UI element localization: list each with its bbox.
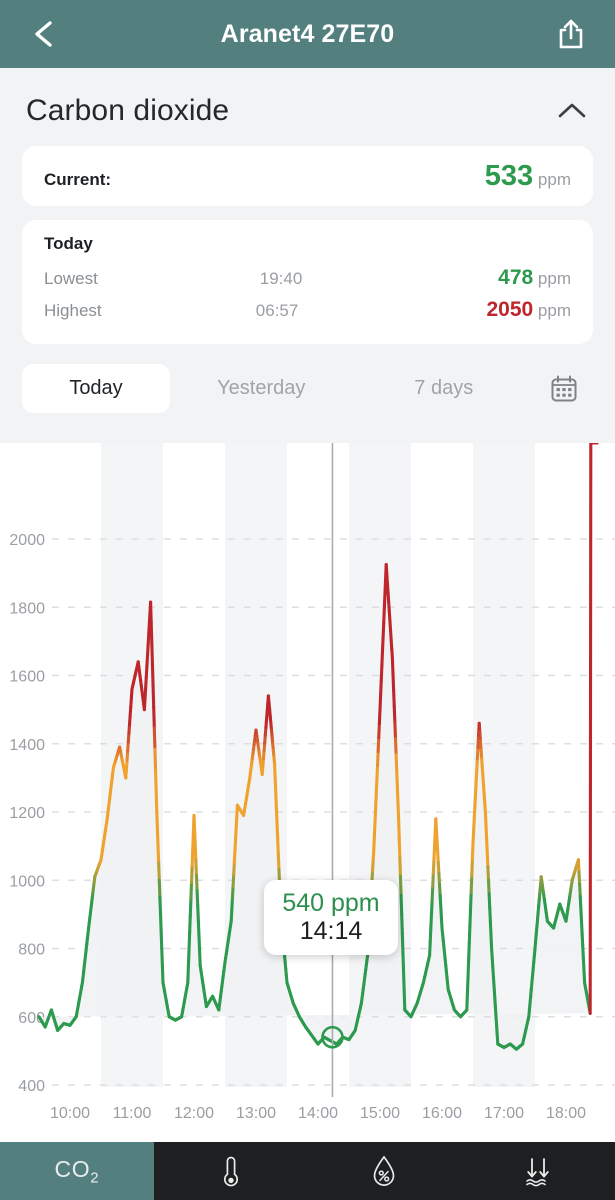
chart-x-tick-label: 17:00 xyxy=(484,1105,524,1122)
chart-area[interactable]: 400 600 800 1000 1200 1400 1600 1800 2000 10:00 11… xyxy=(0,443,615,1161)
current-unit: ppm xyxy=(537,170,571,189)
chart-x-tick-label: 14:00 xyxy=(298,1105,338,1122)
tab-7days[interactable]: 7 days xyxy=(353,364,536,413)
chart-x-tick-label: 15:00 xyxy=(360,1105,400,1122)
highest-time: 06:57 xyxy=(255,301,299,320)
today-label: Today xyxy=(44,234,93,253)
lowest-value: 478 xyxy=(498,266,534,289)
calendar-icon xyxy=(551,375,577,401)
chart-y-tick-label: 1800 xyxy=(9,600,45,617)
chart-y-tick-label: 400 xyxy=(18,1078,45,1095)
co2-line-chart[interactable]: 40060080010001200140016001800200010:00 11… xyxy=(0,443,615,1161)
current-row: Current: 533 ppm xyxy=(44,160,571,192)
chart-x-tick-label: 12:00 xyxy=(174,1105,214,1122)
lowest-value-group: 478 ppm xyxy=(498,266,571,290)
collapse-button[interactable] xyxy=(555,94,589,128)
today-title-row: Today xyxy=(44,234,571,266)
chart-y-tick-label: 1200 xyxy=(9,805,45,822)
chart-y-tick-label: 2000 xyxy=(9,532,45,549)
highest-row: Highest 06:57 2050 ppm xyxy=(44,298,571,330)
chart-y-tick-label: 1600 xyxy=(9,669,45,686)
panel-title: Carbon dioxide xyxy=(26,94,230,127)
chevron-up-icon xyxy=(558,103,586,118)
current-value-group: 533 ppm xyxy=(485,160,571,193)
lowest-unit: ppm xyxy=(537,269,571,288)
highest-value: 2050 xyxy=(486,298,534,321)
share-icon xyxy=(559,19,583,49)
chart-x-tick-label: 16:00 xyxy=(422,1105,462,1122)
chart-y-tick-label: 800 xyxy=(18,942,45,959)
back-button[interactable] xyxy=(22,12,66,56)
chart-x-tick-label: 13:00 xyxy=(236,1105,276,1122)
chart-y-tick-label: 1000 xyxy=(9,873,45,890)
page-title: Aranet4 27E70 xyxy=(220,19,395,48)
chart-x-tick-label: 10:00 xyxy=(50,1105,90,1122)
share-button[interactable] xyxy=(549,12,593,56)
nav-item-co2[interactable]: CO2 xyxy=(0,1142,154,1200)
chart-x-tick-label: 18:00 xyxy=(546,1105,586,1122)
humidity-drop-icon xyxy=(374,1155,395,1186)
nav-item-humidity[interactable] xyxy=(308,1142,462,1200)
tooltip-time: 14:14 xyxy=(299,917,363,945)
nav-item-pressure[interactable] xyxy=(461,1142,615,1200)
highest-label: Highest xyxy=(44,301,102,320)
chevron-left-icon xyxy=(35,21,52,47)
highest-unit: ppm xyxy=(537,301,571,320)
tab-today[interactable]: Today xyxy=(22,364,170,413)
co2-icon: CO2 xyxy=(54,1155,100,1187)
app-header: Aranet4 27E70 xyxy=(0,0,615,68)
nav-item-temperature[interactable] xyxy=(154,1142,308,1200)
lowest-row: Lowest 19:40 478 ppm xyxy=(44,266,571,298)
chart-tooltip: 540 ppm 14:14 xyxy=(264,880,398,955)
lowest-time: 19:40 xyxy=(259,269,303,288)
tooltip-value: 540 ppm xyxy=(282,889,380,917)
today-card: Today Lowest 19:40 478 ppm Highest 06:57… xyxy=(22,220,593,344)
highest-value-group: 2050 ppm xyxy=(486,298,571,322)
current-card: Current: 533 ppm xyxy=(22,146,593,206)
chart-x-tick-label: 11:00 xyxy=(113,1105,152,1122)
calendar-button[interactable] xyxy=(535,374,593,404)
range-tabs: Today Yesterday 7 days xyxy=(0,358,615,429)
pressure-arrows-icon xyxy=(526,1158,549,1187)
chart-y-tick-label: 1400 xyxy=(9,737,45,754)
current-value: 533 xyxy=(484,160,534,192)
measurement-panel: Carbon dioxide Current: 533 ppm Today Lo… xyxy=(0,68,615,443)
thermometer-icon xyxy=(223,1156,238,1187)
panel-header[interactable]: Carbon dioxide xyxy=(0,68,615,146)
tab-yesterday[interactable]: Yesterday xyxy=(170,364,353,413)
lowest-label: Lowest xyxy=(44,269,98,288)
current-label: Current: xyxy=(44,170,112,189)
bottom-navigation: CO2 xyxy=(0,1142,615,1200)
